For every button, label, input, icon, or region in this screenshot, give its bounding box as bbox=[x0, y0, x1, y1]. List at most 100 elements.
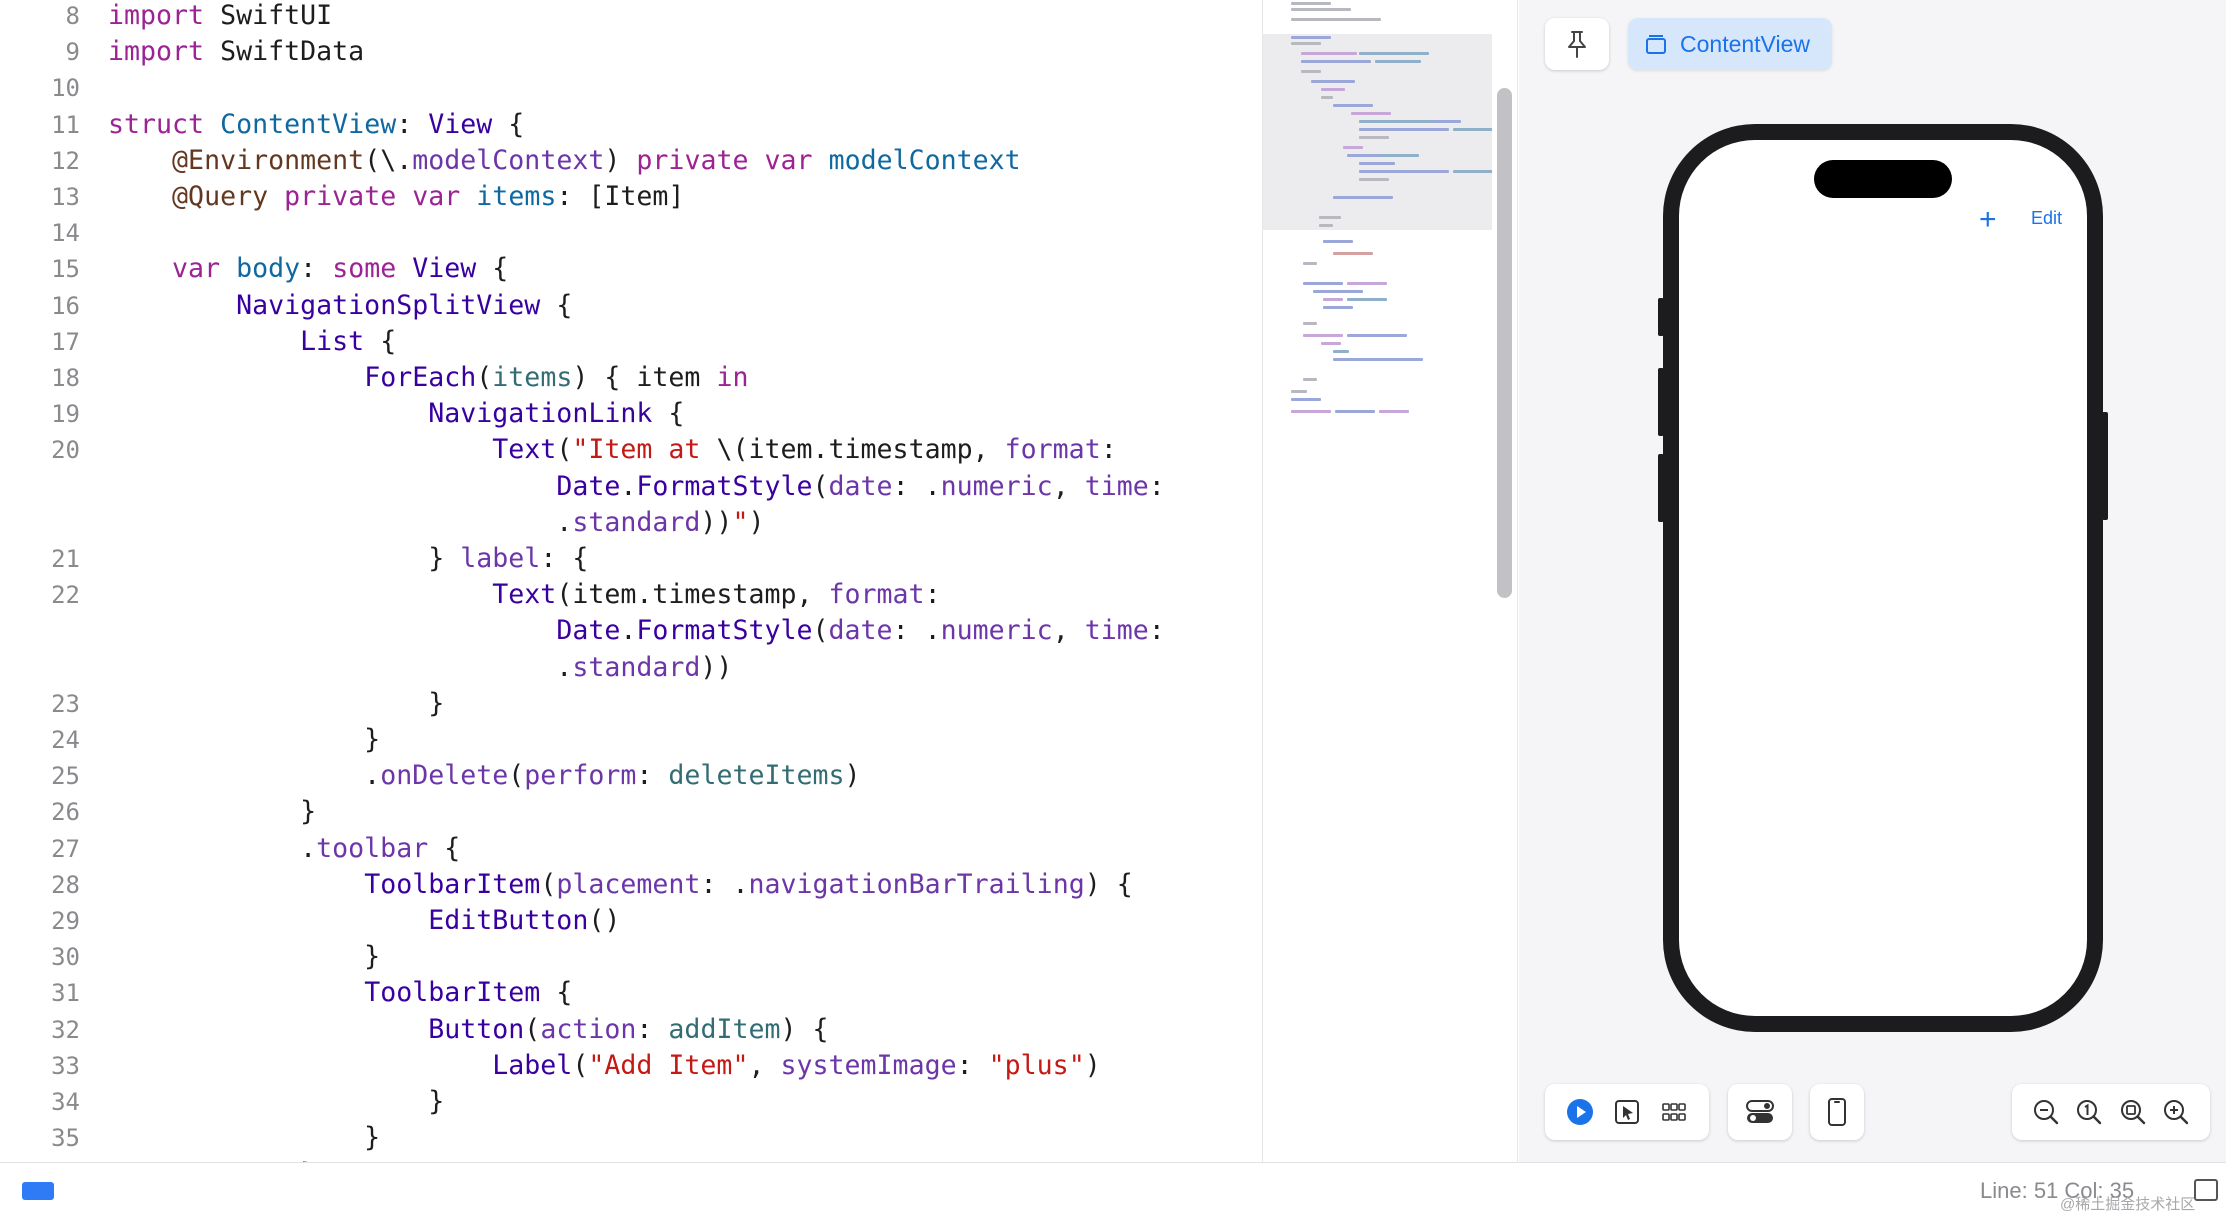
code-text[interactable]: EditButton() bbox=[108, 903, 620, 939]
code-line[interactable]: .standard)) bbox=[0, 650, 1262, 686]
device-settings-button[interactable] bbox=[1821, 1096, 1853, 1128]
code-text[interactable]: .standard))") bbox=[108, 505, 764, 541]
zoom-fit-button[interactable] bbox=[2117, 1096, 2149, 1128]
code-text[interactable]: import SwiftData bbox=[108, 34, 364, 70]
minimap-viewport[interactable] bbox=[1263, 34, 1493, 230]
code-text[interactable]: import SwiftUI bbox=[108, 0, 332, 34]
preview-tab-contentview[interactable]: ContentView bbox=[1628, 18, 1832, 70]
code-text[interactable]: } bbox=[108, 686, 444, 722]
code-line[interactable]: 11 struct ContentView: View { bbox=[0, 107, 1262, 143]
line-number[interactable]: 27 bbox=[0, 831, 80, 867]
code-line[interactable]: 32 Button(action: addItem) { bbox=[0, 1012, 1262, 1048]
line-number[interactable]: 35 bbox=[0, 1120, 80, 1156]
code-line[interactable]: 22 Text(item.timestamp, format: bbox=[0, 577, 1262, 613]
code-line[interactable]: 25 .onDelete(perform: deleteItems) bbox=[0, 758, 1262, 794]
code-line[interactable]: 16 NavigationSplitView { bbox=[0, 288, 1262, 324]
code-text[interactable]: NavigationLink { bbox=[108, 396, 684, 432]
code-line[interactable]: 17 List { bbox=[0, 324, 1262, 360]
code-line[interactable]: 15 var body: some View { bbox=[0, 251, 1262, 287]
code-line[interactable]: 20 Text("Item at \(item.timestamp, forma… bbox=[0, 432, 1262, 468]
code-text[interactable]: List { bbox=[108, 324, 396, 360]
code-line[interactable]: 27 .toolbar { bbox=[0, 831, 1262, 867]
line-number[interactable]: 19 bbox=[0, 396, 80, 432]
line-number[interactable]: 15 bbox=[0, 251, 80, 287]
code-line[interactable]: 26 } bbox=[0, 794, 1262, 830]
code-line[interactable]: Date.FormatStyle(date: .numeric, time: bbox=[0, 613, 1262, 649]
line-number[interactable]: 18 bbox=[0, 360, 80, 396]
code-text[interactable]: } bbox=[108, 1120, 380, 1156]
code-text[interactable]: Date.FormatStyle(date: .numeric, time: bbox=[108, 469, 1164, 505]
debug-area-toggle-icon[interactable] bbox=[2194, 1179, 2218, 1201]
code-text[interactable]: var body: some View { bbox=[108, 251, 508, 287]
code-line[interactable]: Date.FormatStyle(date: .numeric, time: bbox=[0, 469, 1262, 505]
zoom-in-button[interactable] bbox=[2160, 1096, 2192, 1128]
line-number[interactable]: 31 bbox=[0, 975, 80, 1011]
line-number[interactable]: 13 bbox=[0, 179, 80, 215]
line-number[interactable]: 23 bbox=[0, 686, 80, 722]
line-number[interactable]: 21 bbox=[0, 541, 80, 577]
line-number[interactable]: 24 bbox=[0, 722, 80, 758]
canvas-settings-button[interactable] bbox=[1744, 1096, 1776, 1128]
add-item-button[interactable]: + bbox=[1979, 202, 1997, 238]
edit-button[interactable]: Edit bbox=[2031, 208, 2062, 229]
code-text[interactable]: @Environment(\.modelContext) private var… bbox=[108, 143, 1021, 179]
code-line[interactable]: 14 bbox=[0, 215, 1262, 251]
selectable-mode-button[interactable] bbox=[1611, 1096, 1643, 1128]
zoom-actual-button[interactable] bbox=[2073, 1096, 2105, 1128]
line-number[interactable]: 10 bbox=[0, 70, 80, 106]
code-text[interactable]: Label("Add Item", systemImage: "plus") bbox=[108, 1048, 1100, 1084]
code-text[interactable]: Text("Item at \(item.timestamp, format: bbox=[108, 432, 1116, 468]
line-number[interactable]: 30 bbox=[0, 939, 80, 975]
line-number[interactable]: 20 bbox=[0, 432, 80, 468]
code-line[interactable]: 13 @Query private var items: [Item] bbox=[0, 179, 1262, 215]
line-number[interactable]: 29 bbox=[0, 903, 80, 939]
minimap[interactable] bbox=[1262, 0, 1493, 1162]
breakpoint-toggle-icon[interactable] bbox=[22, 1182, 54, 1200]
code-line[interactable]: 21 } label: { bbox=[0, 541, 1262, 577]
editor-scrollbar[interactable] bbox=[1497, 88, 1512, 598]
code-line[interactable]: 33 Label("Add Item", systemImage: "plus"… bbox=[0, 1048, 1262, 1084]
line-number[interactable]: 12 bbox=[0, 143, 80, 179]
code-line[interactable]: 9 import SwiftData bbox=[0, 34, 1262, 70]
code-text[interactable]: Date.FormatStyle(date: .numeric, time: bbox=[108, 613, 1164, 649]
code-line[interactable]: 12 @Environment(\.modelContext) private … bbox=[0, 143, 1262, 179]
code-text[interactable]: } bbox=[108, 939, 380, 975]
code-line[interactable]: 19 NavigationLink { bbox=[0, 396, 1262, 432]
line-number[interactable]: 34 bbox=[0, 1084, 80, 1120]
variants-button[interactable] bbox=[1658, 1096, 1690, 1128]
code-text[interactable]: } bbox=[108, 722, 380, 758]
code-text[interactable]: ToolbarItem { bbox=[108, 975, 572, 1011]
line-number[interactable]: 16 bbox=[0, 288, 80, 324]
line-number[interactable]: 8 bbox=[0, 0, 80, 34]
line-number[interactable]: 25 bbox=[0, 758, 80, 794]
line-number[interactable]: 33 bbox=[0, 1048, 80, 1084]
line-number[interactable]: 22 bbox=[0, 577, 80, 613]
code-line[interactable]: 28 ToolbarItem(placement: .navigationBar… bbox=[0, 867, 1262, 903]
line-number[interactable]: 26 bbox=[0, 794, 80, 830]
live-preview-button[interactable] bbox=[1564, 1096, 1596, 1128]
pin-preview-button[interactable] bbox=[1545, 18, 1609, 70]
code-line[interactable]: 8 import SwiftUI bbox=[0, 0, 1262, 34]
code-line[interactable]: .standard))") bbox=[0, 505, 1262, 541]
code-text[interactable]: } label: { bbox=[108, 541, 588, 577]
code-text[interactable]: @Query private var items: [Item] bbox=[108, 179, 684, 215]
line-number[interactable]: 14 bbox=[0, 215, 80, 251]
code-line[interactable]: 30 } bbox=[0, 939, 1262, 975]
zoom-out-button[interactable] bbox=[2030, 1096, 2062, 1128]
code-text[interactable]: struct ContentView: View { bbox=[108, 107, 524, 143]
code-editor[interactable]: 8 import SwiftUI 9 import SwiftData 10 11 stru… bbox=[0, 0, 1262, 1162]
code-line[interactable]: 23 } bbox=[0, 686, 1262, 722]
line-number[interactable]: 11 bbox=[0, 107, 80, 143]
code-text[interactable]: ForEach(items) { item in bbox=[108, 360, 748, 396]
code-line[interactable]: 18 ForEach(items) { item in bbox=[0, 360, 1262, 396]
code-text[interactable]: Text(item.timestamp, format: bbox=[108, 577, 940, 613]
code-text[interactable]: } bbox=[108, 1084, 444, 1120]
line-number[interactable]: 32 bbox=[0, 1012, 80, 1048]
code-text[interactable]: NavigationSplitView { bbox=[108, 288, 572, 324]
code-text[interactable]: Button(action: addItem) { bbox=[108, 1012, 828, 1048]
code-line[interactable]: 34 } bbox=[0, 1084, 1262, 1120]
code-line[interactable]: 24 } bbox=[0, 722, 1262, 758]
code-text[interactable]: .standard)) bbox=[108, 650, 732, 686]
code-line[interactable]: 31 ToolbarItem { bbox=[0, 975, 1262, 1011]
code-text[interactable]: .onDelete(perform: deleteItems) bbox=[108, 758, 860, 794]
